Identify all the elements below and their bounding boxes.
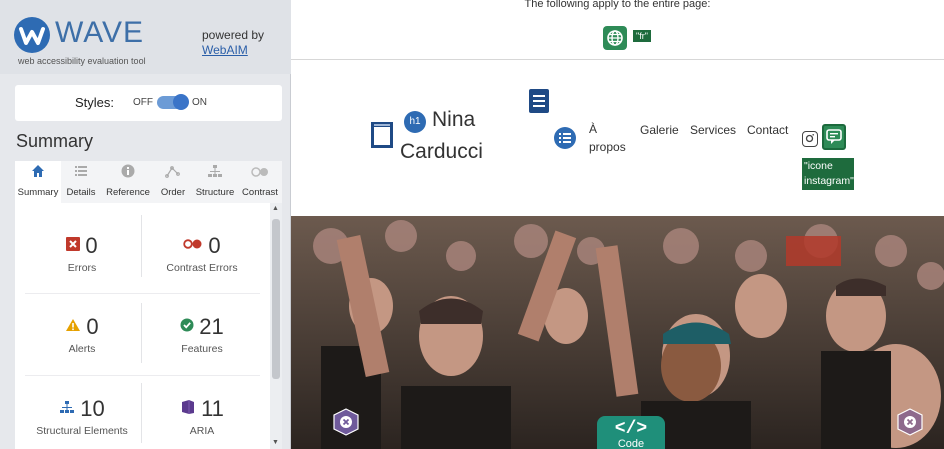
styles-toggle-bar: Styles: OFF ON — [15, 85, 282, 121]
features-count: 21 — [199, 314, 224, 339]
scroll-up-arrow-icon[interactable]: ▲ — [272, 205, 279, 212]
header-region-icon[interactable] — [370, 121, 394, 149]
instagram-icon[interactable] — [802, 131, 818, 147]
tab-label: Order — [160, 187, 186, 198]
errors-label: Errors — [67, 262, 97, 274]
features-label: Features — [181, 343, 223, 355]
wave-header: WAVE web accessibility evaluation tool p… — [0, 0, 291, 74]
styles-toggle-switch[interactable] — [157, 94, 189, 110]
stat-aria[interactable]: 11 ARIA — [142, 396, 262, 437]
stat-divider — [25, 293, 260, 294]
h1-heading-icon[interactable]: h1 — [404, 111, 426, 133]
site-name-line2: Carducci — [400, 140, 483, 163]
language-globe-icon[interactable] — [603, 26, 627, 50]
tab-contrast[interactable]: Contrast — [238, 161, 282, 203]
summary-panel: 0 Errors 0 Contrast Errors 0 Alerts 21 F… — [15, 203, 270, 449]
stat-contrast-errors[interactable]: 0 Contrast Errors — [142, 233, 262, 274]
page-wide-note: The following apply to the entire page: — [524, 0, 711, 10]
wave-sidebar: WAVE web accessibility evaluation tool p… — [0, 0, 291, 449]
aria-label: ARIA — [189, 425, 215, 437]
tab-details[interactable]: Details — [62, 161, 100, 203]
tab-order[interactable]: Order — [155, 161, 191, 203]
page-wide-annotations: The following apply to the entire page: … — [291, 0, 944, 60]
styles-label: Styles: — [75, 95, 115, 110]
scroll-thumb[interactable] — [272, 219, 280, 379]
styles-on-label: ON — [192, 97, 207, 108]
code-icon: </> — [614, 419, 648, 439]
alerts-count: 0 — [86, 314, 99, 339]
tab-label: Summary — [17, 187, 59, 198]
hero-image: </> Code — [291, 216, 944, 449]
tab-label: Details — [66, 187, 96, 198]
alt-text-feature-icon[interactable] — [822, 124, 846, 150]
structure-icon — [192, 164, 238, 182]
powered-by-text: powered by — [202, 28, 265, 42]
wave-logo-icon — [14, 17, 50, 53]
contrast-icon — [238, 164, 282, 182]
tab-label: Contrast — [242, 187, 278, 198]
wave-logo-text: WAVE — [55, 16, 145, 49]
aria-icon — [180, 399, 196, 420]
code-toggle-button[interactable]: </> Code — [597, 416, 665, 449]
aria-count: 11 — [201, 396, 224, 421]
styles-off-label: OFF — [133, 97, 153, 108]
unordered-list-icon[interactable] — [554, 127, 576, 149]
structural-label: Structural Elements — [36, 425, 128, 437]
info-icon — [101, 164, 155, 182]
page-preview: The following apply to the entire page: … — [291, 0, 944, 449]
contrast-error-icon — [183, 237, 203, 255]
tab-label: Structure — [195, 187, 235, 198]
nav-link-services[interactable]: Services — [690, 123, 736, 137]
wave-subtitle: web accessibility evaluation tool — [18, 56, 146, 66]
order-icon — [155, 164, 191, 182]
nav-link-a-propos-2[interactable]: propos — [589, 140, 626, 154]
list-icon — [62, 164, 100, 182]
contrast-errors-label: Contrast Errors — [166, 262, 238, 274]
tab-reference[interactable]: Reference — [101, 161, 155, 203]
stat-features[interactable]: 21 Features — [142, 314, 262, 355]
alert-icon — [65, 318, 81, 337]
stat-errors[interactable]: 0 Errors — [22, 233, 142, 274]
home-icon — [15, 164, 61, 182]
site-header: h1 Nina Carducci À propos Galerie Servic… — [291, 61, 944, 216]
tab-structure[interactable]: Structure — [192, 161, 238, 203]
panel-scrollbar[interactable]: ▲ ▼ — [270, 203, 282, 449]
errors-count: 0 — [85, 233, 98, 258]
feature-check-icon — [180, 318, 194, 337]
decorative-image-badge-icon[interactable] — [897, 408, 923, 436]
nav-link-contact[interactable]: Contact — [747, 123, 788, 137]
summary-heading: Summary — [16, 131, 94, 151]
structural-count: 10 — [80, 396, 105, 421]
webaim-link[interactable]: WebAIM — [202, 43, 248, 57]
site-name-line1: Nina — [432, 108, 476, 131]
tab-label: Reference — [106, 187, 150, 198]
tab-summary[interactable]: Summary — [15, 161, 61, 203]
scroll-down-arrow-icon[interactable]: ▼ — [272, 439, 279, 446]
nav-link-a-propos-1[interactable]: À — [589, 122, 597, 136]
contrast-errors-count: 0 — [208, 233, 221, 258]
styles-toggle-knob — [173, 94, 189, 110]
alt-text-tag: "icone instagram" — [802, 158, 854, 190]
error-icon — [66, 236, 81, 256]
code-label: Code — [617, 438, 645, 449]
nav-link-galerie[interactable]: Galerie — [640, 123, 679, 137]
stat-divider — [25, 375, 260, 376]
wave-tabs: Summary Details Reference Order Structur… — [15, 161, 282, 203]
language-tag: "fr" — [633, 30, 651, 42]
structure-icon — [59, 400, 75, 419]
crowd-photo — [291, 216, 944, 449]
stat-alerts[interactable]: 0 Alerts — [22, 314, 142, 355]
navigation-region-icon[interactable] — [528, 88, 550, 114]
alerts-label: Alerts — [68, 343, 96, 355]
stat-structural-elements[interactable]: 10 Structural Elements — [22, 396, 142, 437]
decorative-image-badge-icon[interactable] — [333, 408, 359, 436]
